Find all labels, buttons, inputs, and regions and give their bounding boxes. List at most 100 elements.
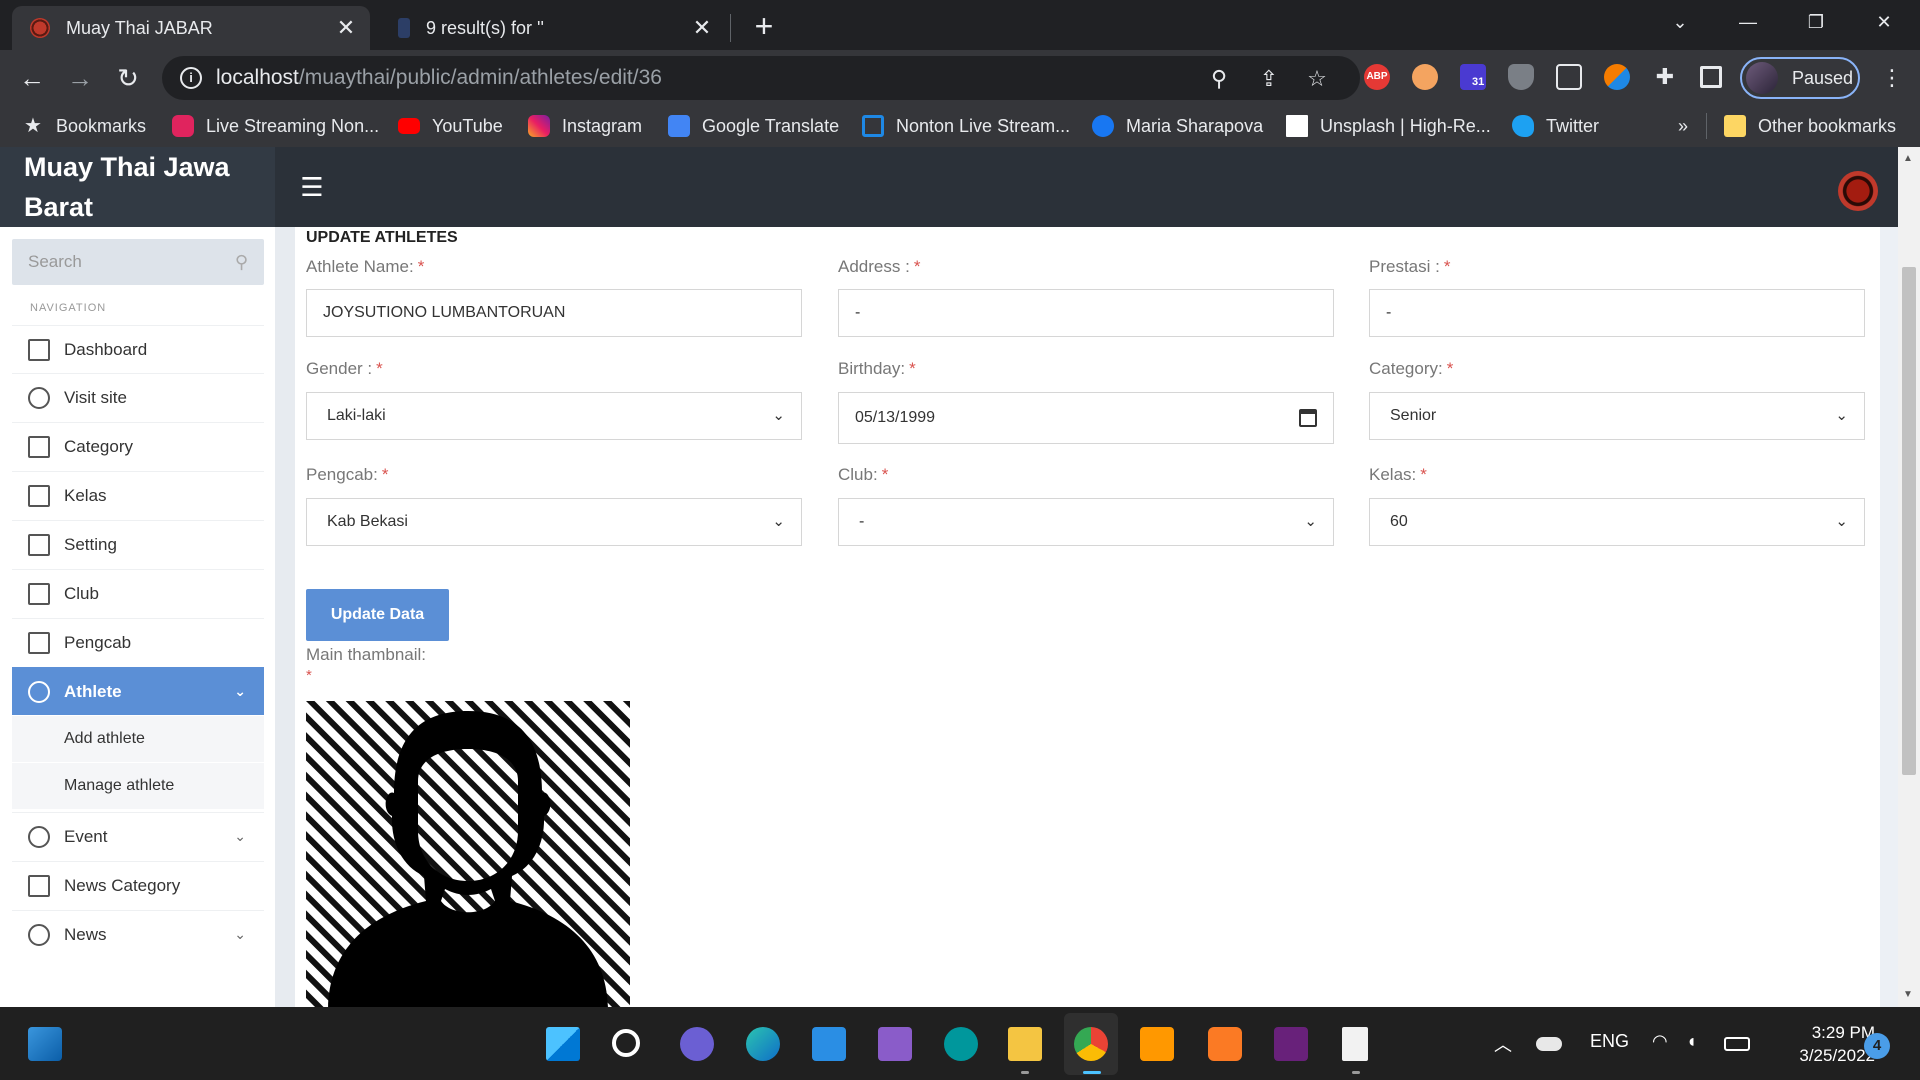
file-explorer-icon[interactable] xyxy=(1008,1027,1042,1061)
sidebar-subitem-manage-athlete[interactable]: Manage athlete xyxy=(12,763,264,809)
scroll-up-icon[interactable]: ▲ xyxy=(1903,153,1913,164)
language-indicator[interactable]: ENG xyxy=(1590,1031,1629,1052)
start-icon[interactable] xyxy=(546,1027,580,1061)
battery-icon[interactable] xyxy=(1724,1037,1750,1051)
search-icon[interactable]: ⚲ xyxy=(235,239,248,285)
extension-orange-icon[interactable] xyxy=(1412,64,1438,90)
sidebar-item-kelas[interactable]: Kelas xyxy=(12,471,264,519)
new-tab-icon[interactable]: + xyxy=(748,6,780,46)
user-avatar[interactable] xyxy=(1838,171,1878,211)
sidebar-item-dashboard[interactable]: Dashboard xyxy=(12,325,264,373)
bookmark-youtube[interactable]: YouTube xyxy=(398,113,503,139)
birthday-date-input[interactable]: 05/13/1999 xyxy=(838,392,1334,444)
sidebar-item-category[interactable]: Category xyxy=(12,422,264,470)
bookmark-nonton-live[interactable]: Nonton Live Stream... xyxy=(862,113,1070,139)
close-tab-icon[interactable]: ✕ xyxy=(688,15,716,41)
notepad-icon[interactable] xyxy=(1342,1027,1368,1061)
extension-sync-icon[interactable] xyxy=(1604,64,1630,90)
sidebar-subitem-add-athlete[interactable]: Add athlete xyxy=(12,716,264,762)
app-brand[interactable]: Muay Thai Jawa Barat xyxy=(0,147,275,227)
calendar-icon[interactable] xyxy=(1299,409,1317,427)
browser-menu-icon[interactable]: ⋮ xyxy=(1876,62,1908,94)
chevron-down-icon: ⌄ xyxy=(772,513,785,530)
tab-search-chevron-icon[interactable]: ⌄ xyxy=(1652,0,1708,44)
clock[interactable]: 3:29 PM 3/25/2022 xyxy=(1760,1021,1875,1067)
close-window-icon[interactable]: ✕ xyxy=(1856,0,1912,44)
site-info-icon[interactable]: i xyxy=(180,67,202,89)
bookmark-star-icon[interactable]: ☆ xyxy=(1304,66,1330,92)
notification-badge[interactable]: 4 xyxy=(1864,1033,1890,1059)
tray-overflow-icon[interactable]: ︿ xyxy=(1494,1031,1512,1057)
vscode-icon[interactable] xyxy=(812,1027,846,1061)
sublime-text-icon[interactable] xyxy=(1140,1027,1174,1061)
visual-studio-icon[interactable] xyxy=(878,1027,912,1061)
scroll-down-icon[interactable]: ▼ xyxy=(1903,989,1913,1000)
club-select[interactable]: - ⌄ xyxy=(838,498,1334,546)
tab-search-results[interactable]: 9 result(s) for '' ✕ xyxy=(378,6,726,50)
profile-button[interactable]: Paused xyxy=(1740,57,1860,99)
kelas-select[interactable]: 60 ⌄ xyxy=(1369,498,1865,546)
shield-extension-icon[interactable] xyxy=(1508,64,1534,90)
bookmark-unsplash[interactable]: Unsplash | High-Re... xyxy=(1286,113,1491,139)
share-icon[interactable]: ⇪ xyxy=(1256,66,1282,92)
wifi-icon[interactable]: ◠ xyxy=(1652,1031,1668,1052)
address-bar[interactable]: i localhost/muaythai/public/admin/athlet… xyxy=(162,56,1360,100)
chrome-icon[interactable] xyxy=(1074,1027,1108,1061)
bookmark-google-translate[interactable]: Google Translate xyxy=(668,113,839,139)
menu-toggle-icon[interactable]: ☰ xyxy=(298,174,326,200)
reload-icon[interactable]: ↻ xyxy=(112,62,144,94)
content-gutter xyxy=(275,227,295,1007)
bookmark-live-streaming[interactable]: Live Streaming Non... xyxy=(172,113,379,139)
bookmarks-overflow[interactable]: » xyxy=(1678,113,1688,139)
bookmark-other[interactable]: Other bookmarks xyxy=(1724,113,1896,139)
sidebar-item-athlete[interactable]: Athlete ⌄ xyxy=(12,667,264,715)
scrollbar-thumb[interactable] xyxy=(1902,267,1916,775)
back-arrow-icon[interactable]: ← xyxy=(16,62,48,94)
running-indicator xyxy=(1352,1071,1360,1074)
prestasi-input[interactable]: - xyxy=(1369,289,1865,337)
extension-calendar-icon[interactable]: 31 xyxy=(1460,64,1487,90)
bookmark-instagram[interactable]: Instagram xyxy=(528,113,642,139)
adblock-plus-icon[interactable]: ABP xyxy=(1364,64,1390,90)
bookmark-twitter[interactable]: Twitter xyxy=(1512,113,1599,139)
minimize-icon[interactable]: — xyxy=(1720,0,1776,44)
gender-select[interactable]: Laki-laki ⌄ xyxy=(306,392,802,440)
pengcab-select[interactable]: Kab Bekasi ⌄ xyxy=(306,498,802,546)
sidebar-item-event[interactable]: Event ⌄ xyxy=(12,812,264,860)
extensions-puzzle-icon[interactable]: ✚ xyxy=(1652,64,1678,90)
restore-icon[interactable]: ❐ xyxy=(1788,0,1844,44)
sidebar-item-visit-site[interactable]: Visit site xyxy=(12,373,264,421)
search-icon[interactable] xyxy=(612,1029,640,1057)
tab-title: Muay Thai JABAR xyxy=(66,17,213,38)
category-select[interactable]: Senior ⌄ xyxy=(1369,392,1865,440)
close-tab-icon[interactable]: ✕ xyxy=(332,15,360,41)
address-input[interactable]: - xyxy=(838,289,1334,337)
sidebar-item-pengcab[interactable]: Pengcab xyxy=(12,618,264,666)
arduino-icon[interactable] xyxy=(944,1027,978,1061)
forward-arrow-icon[interactable]: → xyxy=(64,62,96,94)
running-indicator xyxy=(1021,1071,1029,1074)
sidebar-search-input[interactable]: Search ⚲ xyxy=(12,239,264,285)
visual-studio-alt-icon[interactable] xyxy=(1274,1027,1308,1061)
update-data-button[interactable]: Update Data xyxy=(306,589,449,641)
tab-muay-thai[interactable]: Muay Thai JABAR ✕ xyxy=(12,6,370,50)
xampp-icon[interactable] xyxy=(1208,1027,1242,1061)
bookmark-maria-sharapova[interactable]: Maria Sharapova xyxy=(1092,113,1263,139)
sidebar-item-news[interactable]: News ⌄ xyxy=(12,910,264,958)
side-panel-icon[interactable] xyxy=(1700,66,1722,88)
chevron-down-icon: ⌄ xyxy=(234,926,246,942)
sidebar-item-setting[interactable]: Setting xyxy=(12,520,264,568)
page-scrollbar[interactable]: ▲ ▼ xyxy=(1898,147,1920,1007)
edge-icon[interactable] xyxy=(746,1027,780,1061)
sidebar-item-club[interactable]: Club xyxy=(12,569,264,617)
bookmarks-star[interactable]: ★ Bookmarks xyxy=(22,113,146,139)
chat-icon[interactable] xyxy=(680,1027,714,1061)
site-favicon-icon xyxy=(30,18,50,38)
widgets-icon[interactable] xyxy=(28,1027,62,1061)
sidebar-item-news-category[interactable]: News Category xyxy=(12,861,264,909)
volume-icon[interactable]: ◖ xyxy=(1686,1031,1697,1052)
zoom-icon[interactable]: ⚲ xyxy=(1206,66,1232,92)
extension-person-icon[interactable] xyxy=(1556,64,1582,90)
onedrive-icon[interactable] xyxy=(1536,1037,1562,1051)
athlete-name-input[interactable]: JOYSUTIONO LUMBANTORUAN xyxy=(306,289,802,337)
